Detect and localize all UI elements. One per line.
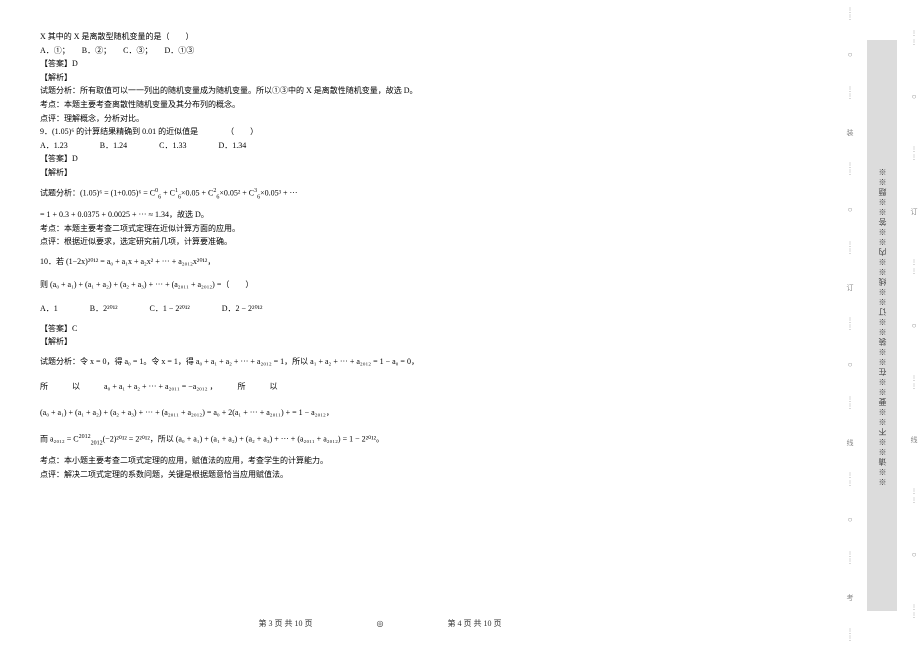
circle-icon: ○ <box>912 321 917 330</box>
label-ding-r: 订 <box>909 208 919 215</box>
gap-right <box>897 0 909 651</box>
q10-parse-label: 【解析】 <box>40 335 450 349</box>
q9-parse1-e: ×0.05³ + ··· <box>260 188 297 197</box>
footer-sep: ◎ <box>377 619 384 628</box>
q8-answer: 【答案】D <box>40 57 450 71</box>
q10-options: A．1 B．2²⁰¹² C．1 − 2²⁰¹² D．2 − 2²⁰¹² <box>40 302 450 316</box>
label-zhuang: 装 <box>845 129 855 136</box>
label-xian: 线 <box>845 439 855 446</box>
q9-parse1-d: ×0.05² + C <box>219 188 254 197</box>
q10-parse1: 试题分析：令 x = 0，得 a₀ = 1。令 x = 1，得 a₀ + a₁ … <box>40 355 450 369</box>
circle-icon: ○ <box>848 205 853 214</box>
q9-answer: 【答案】D <box>40 152 450 166</box>
circle-icon: ○ <box>912 550 917 559</box>
q10-kaodian: 考点：本小题主要考查二项式定理的应用，赋值法的应用，考查学生的计算能力。 <box>40 454 450 468</box>
q9-parse1-c: ×0.05 + C <box>181 188 213 197</box>
q9-parse-label: 【解析】 <box>40 166 450 180</box>
gap-left <box>855 0 867 651</box>
q9-parse1: 试题分析：(1.05)⁶ = (1+0.05)⁶ = C06 + C16×0.0… <box>40 186 450 202</box>
footer-left: 第 3 页 共 10 页 <box>259 619 313 628</box>
circle-icon: ○ <box>848 50 853 59</box>
left-column: X 其中的 X 是离散型随机变量的是（ ） A．①； B．②； C．③； D．①… <box>40 30 450 481</box>
circle-icon: ○ <box>912 92 917 101</box>
label-kao: 考 <box>845 594 855 601</box>
q8-parse1: 试题分析：所有取值可以一一列出的随机变量成为随机变量。所以①③中的 X 是离散性… <box>40 84 450 98</box>
circle-icon: ○ <box>848 360 853 369</box>
binding-sidebar: ⋮⋮ ○ ⋮⋮ 装 ⋮⋮ ○ ⋮⋮ 订 ⋮⋮ ○ ⋮⋮ 线 ⋮⋮ ○ ⋮⋮ 考 … <box>845 0 920 651</box>
q10-answer: 【答案】C <box>40 322 450 336</box>
q9-options: A．1.23 B．1.24 C．1.33 D．1.34 <box>40 139 450 153</box>
q10-parse3: (a₀ + a₁) + (a₁ + a₂) + (a₂ + a₃) + ··· … <box>40 406 450 420</box>
q9-parse1-a: 试题分析：(1.05)⁶ = (1+0.05)⁶ = C <box>40 188 155 197</box>
dot-column-right: ⋮⋮ ○ ⋮⋮ 订 ⋮⋮ ○ ⋮⋮ 线 ⋮⋮ ○ ⋮⋮ <box>909 0 919 651</box>
q8-dianping: 点评：理解概念，分析对比。 <box>40 112 450 126</box>
q10-stem: 10．若 (1−2x)²⁰¹² = a₀ + a₁x + a₂x² + ··· … <box>40 255 450 269</box>
content-area: X 其中的 X 是离散型随机变量的是（ ） A．①； B．②； C．③； D．①… <box>0 0 845 651</box>
q8-options: A．①； B．②； C．③； D．①③ <box>40 44 450 58</box>
q8-parse-label: 【解析】 <box>40 71 450 85</box>
q9-parse1-b: + C <box>161 188 175 197</box>
page-wrap: X 其中的 X 是离散型随机变量的是（ ） A．①； B．②； C．③； D．①… <box>0 0 920 651</box>
q9-dianping: 点评：根据近似要求，选定研究前几项，计算要准确。 <box>40 235 450 249</box>
q10-parse4: 而 a₂₀₁₂ = C20122012(−2)²⁰¹² = 2²⁰¹²，所以 (… <box>40 432 450 448</box>
circle-icon: ○ <box>848 515 853 524</box>
q9-stem: 9．(1.05)⁶ 的计算结果精确到 0.01 的近似值是 （ ） <box>40 125 450 139</box>
q10-parse2: 所 以 a₀ + a₁ + a₂ + ··· + a₂₀₁₁ = −a₂₀₁₂ … <box>40 380 450 394</box>
dot-column-left: ⋮⋮ ○ ⋮⋮ 装 ⋮⋮ ○ ⋮⋮ 订 ⋮⋮ ○ ⋮⋮ 线 ⋮⋮ ○ ⋮⋮ 考 … <box>845 0 855 651</box>
q8-stem: X 其中的 X 是离散型随机变量的是（ ） <box>40 30 450 44</box>
q9-parse2: = 1 + 0.3 + 0.0375 + 0.0025 + ··· ≈ 1.34… <box>40 208 450 222</box>
q8-kaodian: 考点：本题主要考查离散性随机变量及其分布列的概念。 <box>40 98 450 112</box>
q9-kaodian: 考点：本题主要考查二项式定理在近似计算方面的应用。 <box>40 222 450 236</box>
page-footer: 第 3 页 共 10 页 ◎ 第 4 页 共 10 页 <box>0 618 760 629</box>
q10-parse4-b: (−2)²⁰¹² = 2²⁰¹²，所以 (a₀ + a₁) + (a₁ + a₂… <box>103 434 384 443</box>
q10-dianping: 点评：解决二项式定理的系数问题，关键是根据题意恰当应用赋值法。 <box>40 468 450 482</box>
label-ding: 订 <box>845 284 855 291</box>
q10-stem2: 则 (a₀ + a₁) + (a₁ + a₂) + (a₂ + a₃) + ··… <box>40 278 450 292</box>
seal-column: ※※请※※不※※要※※在※※装※※订※※线※※内※※答※※题※※ <box>867 0 897 651</box>
q10-parse4-a: 而 a₂₀₁₂ = C <box>40 434 79 443</box>
footer-right: 第 4 页 共 10 页 <box>447 619 501 628</box>
label-xian-r: 线 <box>909 436 919 443</box>
seal-text: ※※请※※不※※要※※在※※装※※订※※线※※内※※答※※题※※ <box>877 166 888 486</box>
